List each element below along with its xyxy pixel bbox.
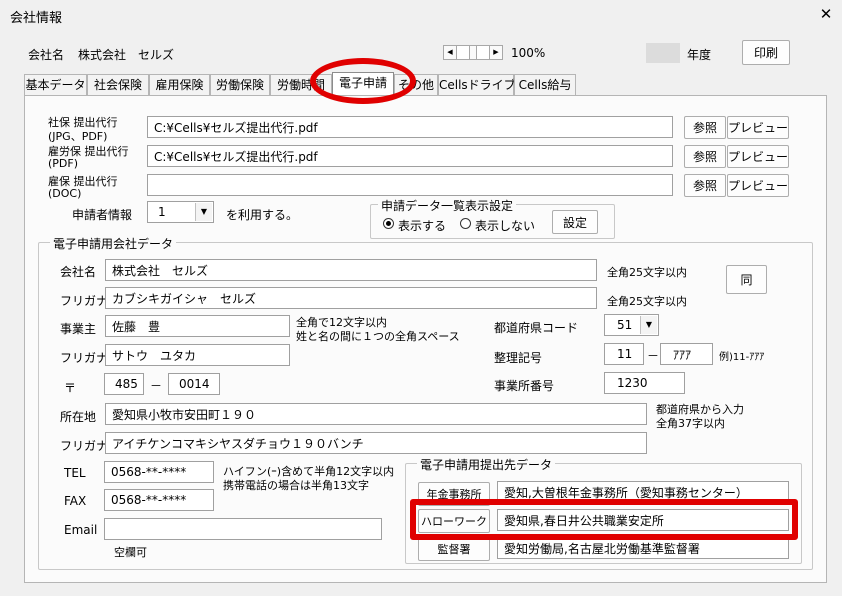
applicant-suffix: を利用する。: [226, 208, 299, 222]
email-field[interactable]: [104, 518, 382, 540]
email-note: 空欄可: [114, 546, 147, 559]
owner-kana-field[interactable]: [105, 344, 290, 366]
proxy-format-shaho: (JPG、PDF): [48, 130, 108, 143]
pref-code-select[interactable]: 51 ▼: [604, 314, 659, 336]
ref-dash: －: [647, 349, 660, 363]
browse-button-koho[interactable]: 参照: [684, 174, 726, 197]
email-label: Email: [64, 523, 98, 537]
company-kana-field[interactable]: [105, 287, 597, 309]
print-button[interactable]: 印刷: [742, 40, 790, 65]
address-note-2: 全角37字以内: [656, 417, 725, 430]
proxy-path-koho[interactable]: [147, 174, 673, 196]
radio-hide-label[interactable]: 表示しない: [475, 217, 535, 234]
zip-dash: －: [150, 379, 163, 393]
company-label: 会社名: [28, 48, 65, 62]
ref-example: 例)11-ｱｱｱ: [719, 352, 765, 363]
labor-bureau-button[interactable]: 監督署: [418, 537, 490, 561]
year-label: 年度: [687, 48, 712, 62]
ref-field-2[interactable]: [660, 343, 713, 365]
owner-kana-label: フリガナ: [60, 351, 109, 365]
preview-button-korohou[interactable]: プレビュー: [727, 145, 789, 168]
office-no-label: 事業所番号: [494, 379, 555, 393]
preview-button-shaho[interactable]: プレビュー: [727, 116, 789, 139]
same-button[interactable]: 同: [726, 265, 767, 294]
tel-note-2: 携帯電話の場合は半角13文字: [223, 479, 369, 492]
tab-cells-drive[interactable]: Cellsドライブ: [438, 74, 516, 95]
owner-field[interactable]: [105, 315, 290, 337]
applicant-label: 申請者情報: [72, 208, 133, 222]
list-display-title: 申請データ一覧表示設定: [378, 197, 517, 214]
browse-button-korohou[interactable]: 参照: [684, 145, 726, 168]
ref-field-1[interactable]: [604, 343, 644, 365]
proxy-path-shaho[interactable]: [147, 116, 673, 138]
labor-bureau-field[interactable]: [497, 537, 789, 559]
owner-note-2: 姓と名の間に１つの全角スペース: [296, 330, 460, 343]
browse-button-shaho[interactable]: 参照: [684, 116, 726, 139]
company-name-label: 会社名: [60, 265, 97, 279]
pref-code-label: 都道府県コード: [494, 321, 579, 335]
year-field[interactable]: [646, 43, 680, 63]
list-settings-button[interactable]: 設定: [552, 210, 598, 234]
chevron-down-icon[interactable]: ▼: [640, 316, 657, 334]
company-kana-label: フリガナ: [60, 294, 109, 308]
applicant-select-value: 1: [158, 205, 166, 219]
address-label: 所在地: [60, 410, 97, 424]
zoom-scroll-thumb[interactable]: [469, 45, 477, 60]
close-icon[interactable]: ✕: [814, 3, 838, 25]
proxy-format-korohou: (PDF): [48, 157, 79, 170]
zip-field-1[interactable]: [104, 373, 144, 395]
fax-field[interactable]: [104, 489, 214, 511]
company-kana-note: 全角25文字以内: [607, 295, 687, 308]
tel-field[interactable]: [104, 461, 214, 483]
radio-show[interactable]: [383, 218, 394, 229]
company-name: 株式会社 セルズ: [78, 48, 175, 62]
tel-label: TEL: [64, 466, 86, 480]
owner-label: 事業主: [60, 322, 97, 336]
tab-employment-insurance[interactable]: 雇用保険: [149, 74, 210, 95]
pref-code-value: 51: [617, 318, 633, 332]
applicant-select[interactable]: 1 ▼: [147, 201, 214, 223]
company-data-title: 電子申請用会社データ: [50, 235, 177, 252]
address-kana-label: フリガナ: [60, 439, 109, 453]
tab-social-insurance[interactable]: 社会保険: [87, 74, 149, 95]
highlight-ellipse: [310, 58, 416, 104]
zip-label: 〒: [64, 381, 77, 395]
company-name-note: 全角25文字以内: [607, 266, 687, 279]
address-field[interactable]: [105, 403, 647, 425]
address-kana-field[interactable]: [105, 432, 647, 454]
zip-field-2[interactable]: [168, 373, 220, 395]
ref-label: 整理記号: [494, 351, 543, 365]
zoom-value: 100%: [511, 46, 546, 60]
tab-basic-data[interactable]: 基本データ: [24, 74, 87, 95]
submission-title: 電子申請用提出先データ: [417, 456, 556, 473]
tab-cells-payroll[interactable]: Cells給与: [514, 74, 576, 95]
proxy-path-korohou[interactable]: [147, 145, 673, 167]
zoom-scroll-track[interactable]: [457, 45, 489, 60]
office-no-field[interactable]: [604, 372, 685, 394]
company-name-field[interactable]: [105, 259, 597, 281]
window-title: 会社情報: [10, 11, 63, 26]
radio-hide[interactable]: [460, 218, 471, 229]
chevron-down-icon[interactable]: ▼: [195, 203, 212, 221]
radio-show-label[interactable]: 表示する: [398, 217, 446, 234]
tab-labor-insurance[interactable]: 労働保険: [210, 74, 270, 95]
fax-label: FAX: [64, 494, 87, 508]
highlight-rectangle: [410, 499, 798, 540]
zoom-right-arrow-icon[interactable]: ▶: [489, 45, 503, 60]
radio-dot-icon: [386, 221, 391, 226]
proxy-format-koho: (DOC): [48, 187, 82, 200]
preview-button-koho[interactable]: プレビュー: [727, 174, 789, 197]
zoom-left-arrow-icon[interactable]: ◀: [443, 45, 457, 60]
